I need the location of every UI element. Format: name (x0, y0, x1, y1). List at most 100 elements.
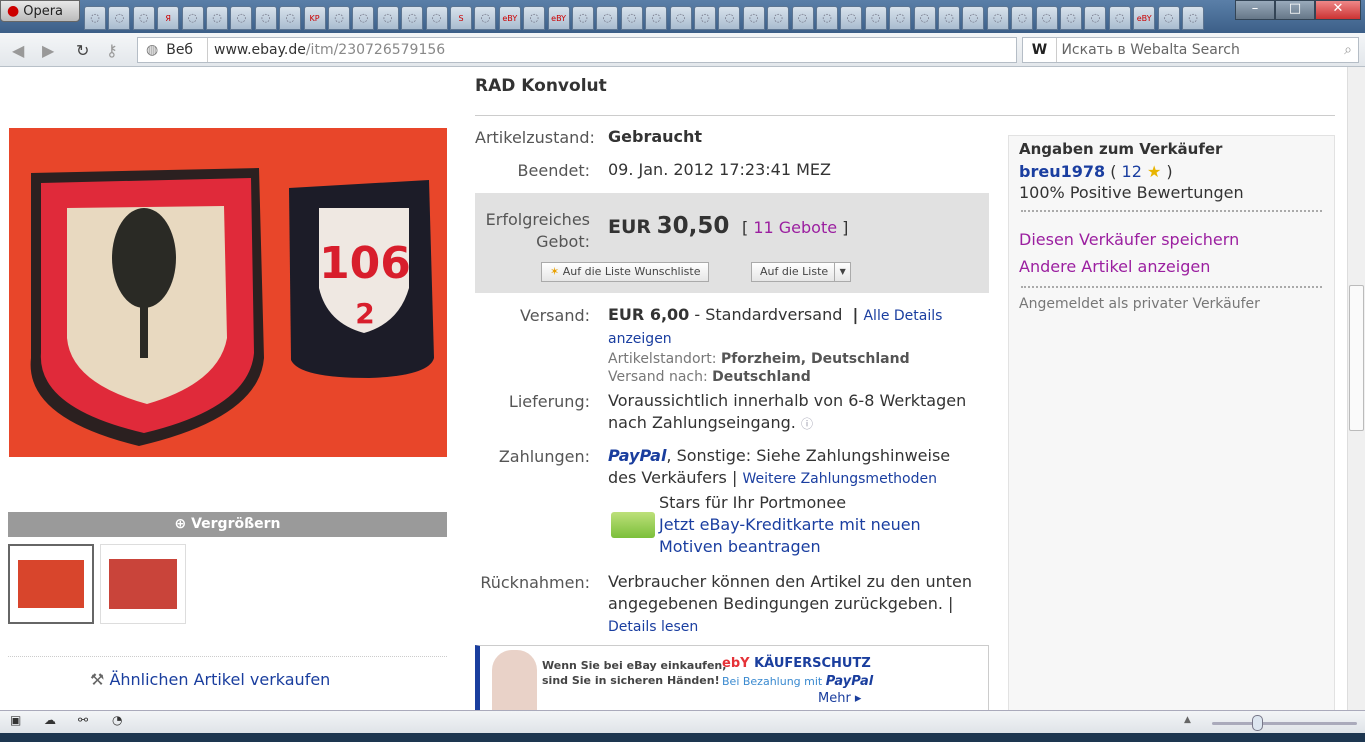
divider (8, 656, 447, 657)
chevron-down-icon[interactable]: ▼ (834, 263, 850, 281)
bids-link[interactable]: 11 Gebote (753, 218, 837, 237)
browser-tab[interactable]: ◌ (645, 6, 668, 30)
speed-dial-icon[interactable]: ◔ (112, 713, 122, 727)
enlarge-button[interactable]: ⊕ Vergrößern (8, 512, 447, 537)
globe-icon: ◍ (146, 42, 159, 58)
browser-tab[interactable]: ◌ (401, 6, 424, 30)
browser-tab[interactable]: ◌ (1084, 6, 1107, 30)
item-main-image[interactable]: 106 2 (9, 128, 447, 457)
browser-tab[interactable]: eBY (547, 6, 570, 30)
tab-icon-label: eBY (1136, 14, 1152, 23)
maximize-button[interactable]: □ (1275, 0, 1315, 20)
thumbnail-1[interactable] (8, 544, 94, 624)
info-icon[interactable]: ⓘ (801, 417, 813, 431)
browser-tab[interactable]: ◌ (376, 6, 399, 30)
browser-tab[interactable]: ◌ (864, 6, 887, 30)
browser-tab[interactable]: ◌ (840, 6, 863, 30)
browser-tab[interactable]: ◌ (962, 6, 985, 30)
browser-tab[interactable]: ◌ (694, 6, 716, 30)
more-payment-methods-link[interactable]: Weitere Zahlungsmethoden (742, 471, 937, 487)
browser-tab[interactable]: ◌ (669, 6, 692, 30)
tab-icon-label: S (458, 14, 464, 23)
browser-tab[interactable]: ◌ (1182, 6, 1204, 30)
search-engine-selector[interactable]: W (1023, 38, 1057, 62)
browser-tab[interactable]: ◌ (1011, 6, 1034, 30)
address-field[interactable]: ◍ Веб www.ebay.de/itm/230726579156 (137, 37, 1017, 63)
browser-tab[interactable]: ◌ (108, 6, 131, 30)
zoom-slider[interactable] (1212, 722, 1357, 725)
seller-name-link[interactable]: breu1978 (1019, 162, 1105, 181)
browser-tab[interactable]: eBY (1133, 6, 1156, 30)
browser-tab[interactable]: ◌ (132, 6, 155, 30)
back-icon[interactable]: ◀ (12, 41, 24, 60)
browser-tab[interactable]: ◌ (425, 6, 448, 30)
browser-tab[interactable]: ◌ (718, 6, 741, 30)
browser-tab[interactable]: ◌ (791, 6, 814, 30)
browser-tab[interactable]: ◌ (742, 6, 765, 30)
browser-tab[interactable]: KP LIFE (303, 6, 326, 46)
search-icon[interactable]: ⌕ (1344, 38, 1352, 62)
browser-tab[interactable]: ◌ (523, 6, 546, 30)
browser-tab[interactable]: ◌ (474, 6, 497, 30)
tab-bar: ●Opera ◌◌◌Я◌◌◌◌◌KP LIFE◌◌◌◌◌S◌eBY◌eBY◌◌◌… (0, 0, 1365, 46)
delivery-label: Lieferung: (508, 392, 590, 411)
browser-tab[interactable]: ◌ (328, 6, 350, 30)
browser-tab[interactable]: ◌ (352, 6, 375, 30)
browser-tab[interactable]: ◌ (938, 6, 960, 30)
opera-menu-button[interactable]: ● Opera (0, 0, 80, 22)
share-icon[interactable]: ⚯ (78, 713, 88, 727)
panel-toggle-icon[interactable]: ▣ (10, 713, 21, 727)
card-promo-link[interactable]: Jetzt eBay-Kreditkarte mit neuen Motiven… (659, 515, 921, 556)
browser-tab[interactable]: ◌ (84, 6, 106, 30)
browser-tab[interactable]: ◌ (596, 6, 619, 30)
browser-tab[interactable]: ◌ (1108, 6, 1131, 30)
browser-tab[interactable]: ◌ (1157, 6, 1180, 30)
ships-to-value: Deutschland (712, 369, 811, 385)
reload-icon[interactable]: ↻ (76, 41, 89, 60)
minimize-button[interactable]: – (1235, 0, 1275, 20)
returns-value: Verbraucher können den Artikel zu den un… (608, 572, 973, 613)
divider (475, 115, 1335, 116)
browser-tab[interactable]: ◌ (254, 6, 277, 30)
browser-tab[interactable]: ◌ (572, 6, 594, 30)
forward-icon[interactable]: ▶ (42, 41, 54, 60)
banner-more-link[interactable]: Mehr ▸ (818, 691, 861, 706)
credit-card-icon (611, 512, 655, 538)
sell-similar-link[interactable]: ⚒ Ähnlichen Artikel verkaufen (90, 670, 330, 689)
add-to-list-button[interactable]: Auf die Liste ▼ (751, 262, 852, 282)
browser-tab[interactable]: ◌ (181, 6, 204, 30)
browser-tab[interactable]: ◌ (767, 6, 790, 30)
browser-tab[interactable]: eBY (498, 6, 521, 30)
returns-details-link[interactable]: Details lesen (608, 619, 698, 635)
zoom-up-icon[interactable]: ▲ (1184, 715, 1191, 725)
banner-paypal: PayPal (825, 674, 874, 689)
save-seller-link[interactable]: Diesen Verkäufer speichern (1019, 226, 1324, 253)
scrollbar-thumb[interactable] (1349, 285, 1364, 431)
browser-tab[interactable]: ◌ (620, 6, 643, 30)
other-items-link[interactable]: Andere Artikel anzeigen (1019, 253, 1324, 280)
price-value: 30,50 (656, 213, 730, 239)
browser-tab[interactable]: S (450, 6, 472, 30)
browser-tab[interactable]: ◌ (816, 6, 838, 30)
zoom-slider-handle[interactable] (1252, 715, 1263, 731)
thumbnail-2[interactable] (100, 544, 186, 624)
search-field[interactable]: W Искать в Webalta Search ⌕ (1022, 37, 1359, 63)
key-icon[interactable]: ⚷ (106, 41, 118, 60)
browser-tab[interactable]: ◌ (913, 6, 936, 30)
browser-tab[interactable]: ◌ (889, 6, 912, 30)
browser-tab[interactable]: Я (157, 6, 180, 30)
close-window-button[interactable]: ✕ (1315, 0, 1361, 20)
browser-tab[interactable]: ◌ (279, 6, 302, 30)
wishlist-button[interactable]: ✶ Auf die Liste Wunschliste (541, 262, 710, 282)
vertical-scrollbar[interactable] (1347, 67, 1365, 710)
browser-tab[interactable]: ◌ (230, 6, 253, 30)
browser-tab[interactable]: ◌ (986, 6, 1009, 30)
badge-sub: 2 (355, 297, 374, 330)
browser-tab[interactable]: ◌ (206, 6, 228, 30)
buyer-protection-banner[interactable]: Wenn Sie bei eBay einkaufen, sind Sie in … (475, 645, 989, 715)
browser-tab[interactable]: ◌ (1035, 6, 1058, 30)
ended-label: Beendet: (517, 161, 590, 180)
cloud-icon[interactable]: ☁ (44, 713, 56, 727)
seller-score-link[interactable]: 12 (1122, 162, 1142, 181)
browser-tab[interactable]: ◌ (1060, 6, 1082, 30)
